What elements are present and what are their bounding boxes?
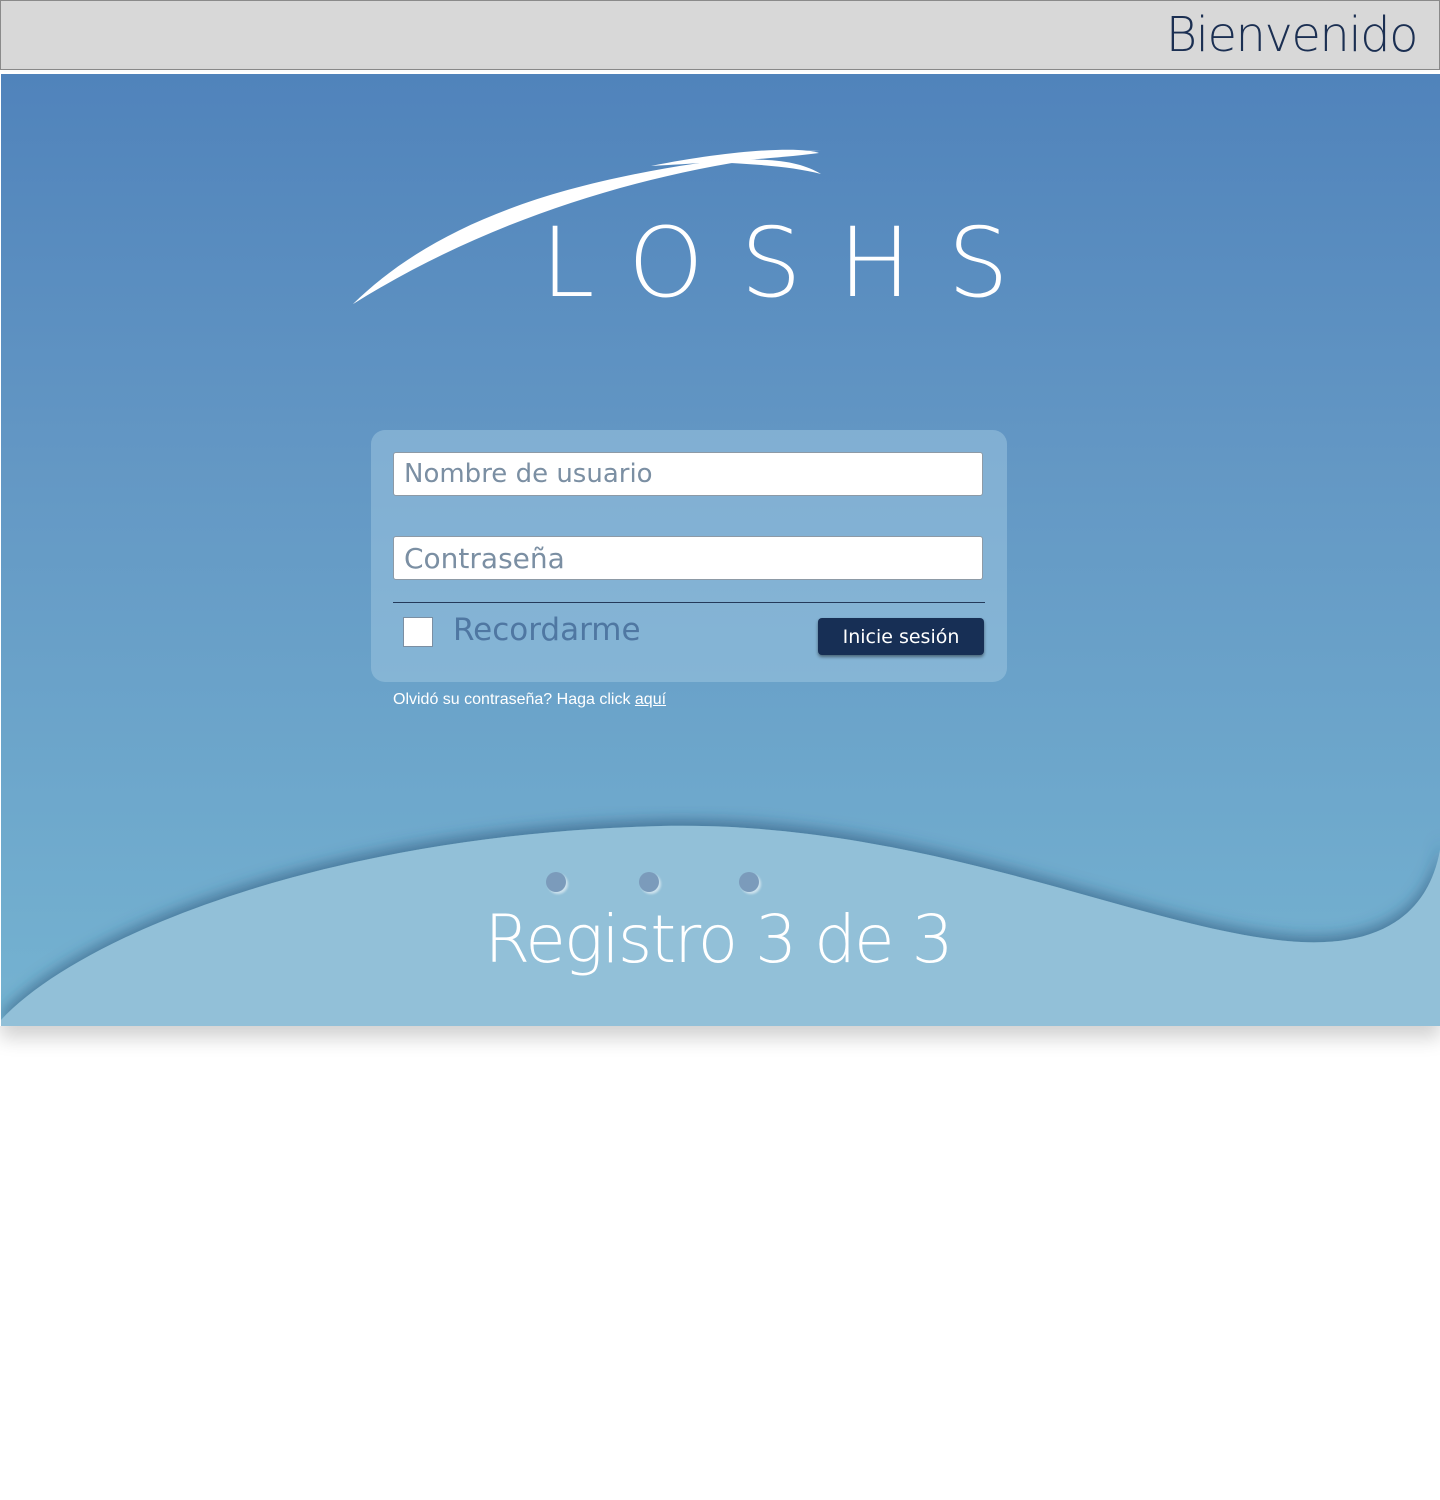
forgot-password-link[interactable]: aquí [635, 691, 666, 708]
forgot-password: Olvidó su contraseña? Haga click aquí [393, 691, 666, 709]
step-dot-1 [546, 872, 566, 892]
loshs-logo: LOSHS [351, 148, 1009, 318]
header-bar: Bienvenido [0, 0, 1440, 70]
login-button[interactable]: Inicie sesión [818, 618, 984, 655]
remember-checkbox[interactable] [403, 617, 433, 647]
password-input[interactable] [393, 536, 983, 580]
login-card: Recordarme Inicie sesión [371, 430, 1007, 682]
logo-wordmark: LOSHS [541, 207, 1046, 319]
username-input[interactable] [393, 452, 983, 496]
hero-panel: LOSHS Recordarme Inicie sesión Olvidó su… [0, 72, 1440, 1026]
divider [393, 602, 985, 603]
page-title: Bienvenido [1165, 7, 1419, 63]
forgot-password-text: Olvidó su contraseña? Haga click [393, 691, 631, 708]
step-dot-2 [639, 872, 659, 892]
step-indicator: Registro 3 de 3 [484, 901, 953, 978]
remember-label: Recordarme [453, 612, 641, 648]
step-dot-3 [739, 872, 759, 892]
